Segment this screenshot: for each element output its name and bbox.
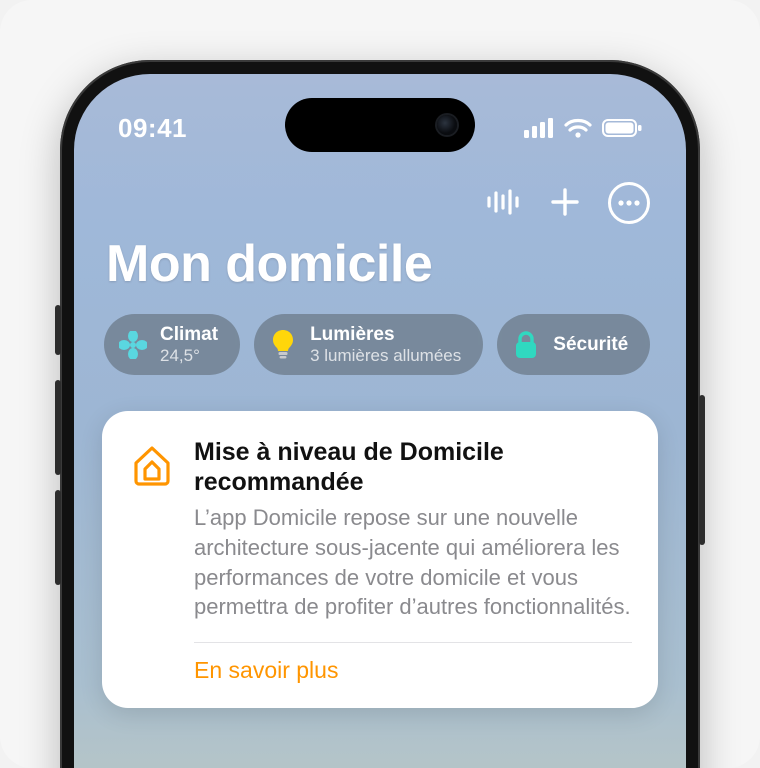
chip-label: Lumières xyxy=(310,324,461,346)
ellipsis-circle-icon xyxy=(608,182,650,224)
waveform-icon xyxy=(486,187,522,220)
card-title: Mise à niveau de Domicile recommandée xyxy=(194,437,632,497)
lock-icon xyxy=(511,330,541,360)
divider xyxy=(194,642,632,643)
phone-side-button xyxy=(55,490,61,585)
chip-value: 3 lumières allumées xyxy=(310,346,461,366)
chip-lights[interactable]: Lumières 3 lumières allumées xyxy=(254,314,483,375)
plus-icon xyxy=(550,187,580,220)
chip-climate[interactable]: Climat 24,5° xyxy=(104,314,240,375)
fan-icon xyxy=(118,330,148,360)
phone-side-button xyxy=(699,395,705,545)
wifi-icon xyxy=(564,118,592,138)
iphone-frame: 09:41 xyxy=(60,60,700,768)
phone-side-button xyxy=(55,305,61,355)
card-body: L’app Domicile repose sur une nouvelle a… xyxy=(194,503,632,622)
more-button[interactable] xyxy=(608,182,650,224)
lightbulb-icon xyxy=(268,330,298,360)
home-icon xyxy=(128,476,176,493)
chip-value: 24,5° xyxy=(160,346,218,366)
page-title: Mon domicile xyxy=(106,234,658,294)
status-time: 09:41 xyxy=(118,105,187,144)
battery-icon xyxy=(602,118,642,138)
chip-label: Climat xyxy=(160,324,218,346)
add-button[interactable] xyxy=(550,187,580,220)
learn-more-link[interactable]: En savoir plus xyxy=(194,657,338,684)
chip-security[interactable]: Sécurité xyxy=(497,314,650,375)
chip-label: Sécurité xyxy=(553,334,628,356)
intercom-button[interactable] xyxy=(486,187,522,220)
phone-screen: 09:41 xyxy=(74,74,686,768)
toolbar xyxy=(102,182,658,224)
category-chips[interactable]: Climat 24,5° Lumières 3 lumières allumée… xyxy=(104,314,658,375)
upgrade-card: Mise à niveau de Domicile recommandée L’… xyxy=(102,411,658,708)
cellular-icon xyxy=(524,118,554,138)
phone-side-button xyxy=(55,380,61,475)
status-indicators xyxy=(524,110,642,138)
dynamic-island xyxy=(285,98,475,152)
image-frame: 09:41 xyxy=(0,0,760,768)
